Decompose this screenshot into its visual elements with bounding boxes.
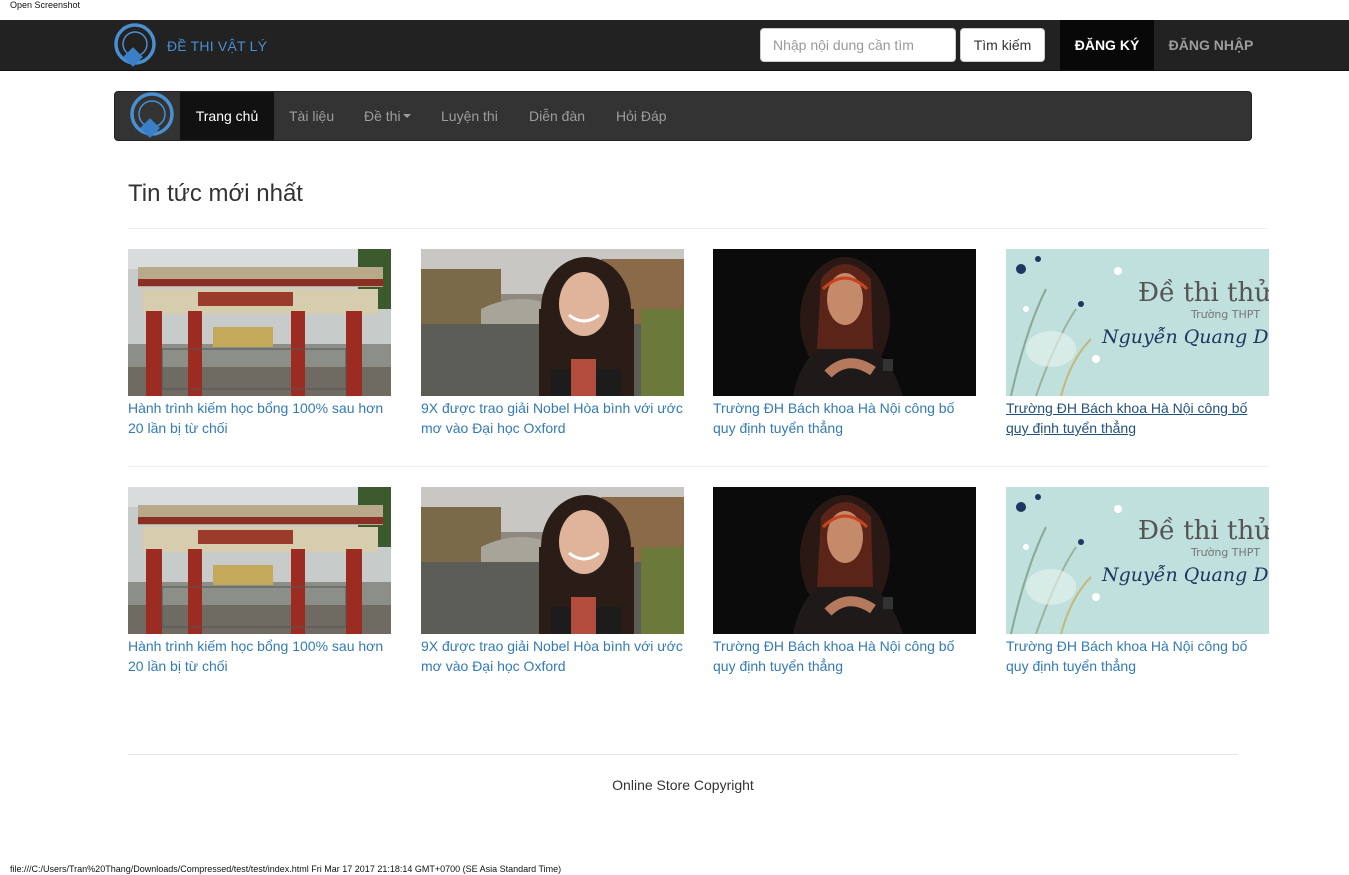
- page-title: Tin tức mới nhất: [128, 180, 303, 207]
- poster-line3: Nguyễn Quang Diệu: [1101, 326, 1269, 348]
- login-link[interactable]: ĐĂNG NHẬP: [1154, 20, 1268, 70]
- girl-at-bridge-image[interactable]: [421, 487, 684, 634]
- print-header: Open Screenshot: [10, 0, 81, 10]
- poster-line1: Đề thi thử: [1138, 278, 1269, 308]
- poster-line3: Nguyễn Quang Diệu: [1101, 564, 1269, 586]
- brand-title: ĐỀ THI VẬT LÝ: [167, 38, 268, 54]
- exam-poster-image[interactable]: Đề thi thử Trường THPT Nguyễn Quang Diệu: [1006, 487, 1269, 634]
- news-card: 9X được trao giải Nobel Hòa bình với ước…: [421, 487, 684, 676]
- school-gate-image[interactable]: [128, 487, 391, 634]
- news-card: Trường ĐH Bách khoa Hà Nội công bố quy đ…: [713, 249, 976, 438]
- brand[interactable]: ĐỀ THI VẬT LÝ: [112, 22, 267, 70]
- news-title-link[interactable]: Hành trình kiếm học bổng 100% sau hơn 20…: [128, 636, 390, 676]
- poster-line1: Đề thi thử: [1138, 516, 1269, 546]
- caret-down-icon: [402, 114, 411, 118]
- top-navbar: ĐỀ THI VẬT LÝ Tìm kiếm ĐĂNG KÝ ĐĂNG NHẬP: [0, 20, 1349, 71]
- nav-item-label: Diễn đàn: [529, 108, 586, 124]
- footer-copyright: Online Store Copyright: [612, 777, 754, 793]
- nav-item-qa[interactable]: Hỏi Đáp: [616, 92, 667, 140]
- nav-item-label: Tài liệu: [289, 108, 335, 124]
- nav-item-practice[interactable]: Luyện thi: [441, 92, 498, 140]
- nav-item-label: Trang chủ: [195, 108, 259, 124]
- news-title-link[interactable]: 9X được trao giải Nobel Hòa bình với ước…: [421, 636, 683, 676]
- news-title-link[interactable]: Trường ĐH Bách khoa Hà Nội công bố quy đ…: [1006, 636, 1268, 676]
- woman-in-headscarf-image[interactable]: [713, 249, 976, 396]
- news-title-link[interactable]: Trường ĐH Bách khoa Hà Nội công bố quy đ…: [713, 398, 975, 438]
- nav-item-forum[interactable]: Diễn đàn: [529, 92, 585, 140]
- nav-item-label: Luyện thi: [441, 108, 498, 124]
- news-card: Hành trình kiếm học bổng 100% sau hơn 20…: [128, 487, 391, 676]
- nav-logo-icon[interactable]: [127, 92, 177, 145]
- divider: [128, 466, 1268, 467]
- girl-at-bridge-image[interactable]: [421, 249, 684, 396]
- exam-poster-image[interactable]: Đề thi thử Trường THPT Nguyễn Quang Diệu: [1006, 249, 1269, 396]
- search-input[interactable]: [760, 28, 956, 62]
- poster-line2: Trường THPT: [1190, 546, 1260, 559]
- news-title-link[interactable]: 9X được trao giải Nobel Hòa bình với ước…: [421, 398, 683, 438]
- main-navbar: Trang chủ Tài liệu Đề thi Luyện thi Diễn…: [114, 91, 1252, 141]
- divider: [128, 228, 1268, 229]
- footer-divider: [128, 754, 1238, 755]
- news-title-link[interactable]: Trường ĐH Bách khoa Hà Nội công bố quy đ…: [1006, 398, 1268, 438]
- nav-item-documents[interactable]: Tài liệu: [289, 92, 334, 140]
- news-card: Hành trình kiếm học bổng 100% sau hơn 20…: [128, 249, 391, 438]
- poster-line2: Trường THPT: [1190, 308, 1260, 321]
- nav-item-label: Hỏi Đáp: [616, 108, 667, 124]
- school-gate-image[interactable]: [128, 249, 391, 396]
- news-title-link[interactable]: Hành trình kiếm học bổng 100% sau hơn 20…: [128, 398, 390, 438]
- nav-item-label: Đề thi: [364, 108, 401, 124]
- news-card: Đề thi thử Trường THPT Nguyễn Quang Diệu…: [1006, 249, 1269, 438]
- logo-icon: [112, 22, 158, 70]
- news-card: Trường ĐH Bách khoa Hà Nội công bố quy đ…: [713, 487, 976, 676]
- search-button[interactable]: Tìm kiếm: [960, 28, 1045, 62]
- news-card: 9X được trao giải Nobel Hòa bình với ước…: [421, 249, 684, 438]
- print-footer: file:///C:/Users/Tran%20Thang/Downloads/…: [10, 864, 562, 874]
- register-link[interactable]: ĐĂNG KÝ: [1060, 20, 1154, 70]
- news-card: Đề thi thử Trường THPT Nguyễn Quang Diệu…: [1006, 487, 1269, 676]
- nav-item-exams[interactable]: Đề thi: [364, 92, 411, 140]
- woman-in-headscarf-image[interactable]: [713, 487, 976, 634]
- news-title-link[interactable]: Trường ĐH Bách khoa Hà Nội công bố quy đ…: [713, 636, 975, 676]
- nav-item-home[interactable]: Trang chủ: [180, 92, 274, 140]
